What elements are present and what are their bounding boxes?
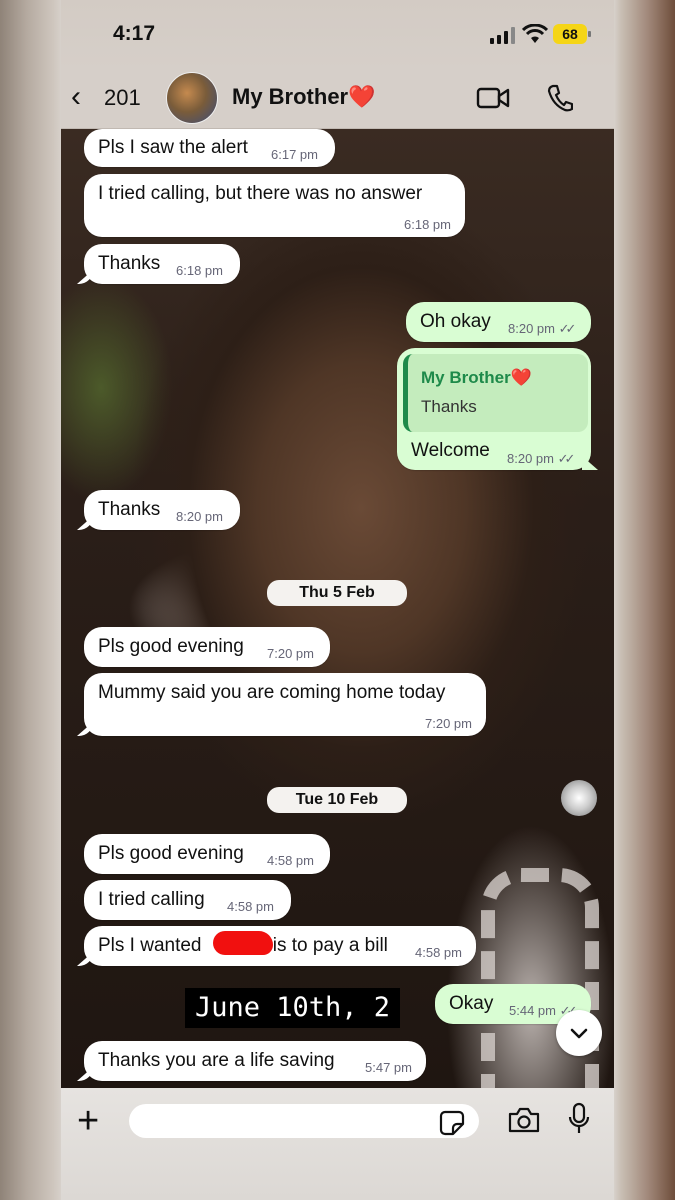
contact-avatar[interactable] [166, 72, 218, 124]
date-separator: Thu 5 Feb [267, 580, 407, 606]
microphone-icon[interactable] [567, 1102, 591, 1136]
phone-screen: June 10th, 2 4:17 68 ‹ 201 My Brother❤️ … [61, 0, 614, 1200]
plus-icon[interactable]: + [77, 1102, 99, 1140]
message-time: 6:18 pm [404, 217, 451, 232]
message-time: 7:20 pm [425, 716, 472, 731]
wallpaper-earring [561, 780, 597, 816]
message-text: Pls good evening [98, 843, 244, 864]
message-time-text: 8:20 pm [507, 451, 554, 466]
message-bubble[interactable]: Thanks you are a life saving 5:47 pm [84, 1041, 426, 1081]
message-time-text: 8:20 pm [508, 321, 555, 336]
quoted-reply-bubble[interactable]: My Brother❤️ Thanks Welcome 8:20 pm ✓✓ [397, 348, 591, 470]
wallpaper-caption: June 10th, 2 [185, 988, 401, 1028]
message-time: 7:20 pm [267, 646, 314, 661]
message-text: Thanks you are a life saving [98, 1050, 335, 1071]
message-time: 4:58 pm [267, 853, 314, 868]
message-bubble[interactable]: Pls I saw the alert 6:17 pm [84, 129, 335, 167]
message-text-part: is to pay a bill [272, 935, 388, 956]
message-time: 8:20 pm ✓✓ [508, 321, 577, 337]
message-text: Mummy said you are coming home today [98, 682, 446, 703]
message-time: 4:58 pm [415, 945, 462, 960]
message-text: I tried calling, but there was no answer [98, 183, 423, 204]
message-text: Thanks [98, 253, 161, 274]
message-text: Oh okay [420, 311, 491, 332]
message-text: Pls good evening [98, 636, 244, 657]
quoted-message[interactable]: My Brother❤️ Thanks [403, 354, 588, 432]
scroll-down-button[interactable] [556, 1010, 602, 1056]
message-bubble[interactable]: Pls good evening 7:20 pm [84, 627, 330, 667]
back-unread-count[interactable]: 201 [104, 85, 141, 111]
signal-icon [490, 27, 516, 44]
message-composer: + [61, 1088, 614, 1200]
voice-call-icon[interactable] [547, 84, 573, 112]
message-time: 4:58 pm [227, 899, 274, 914]
message-text: I tried calling [98, 889, 205, 910]
message-text: Welcome [411, 440, 490, 461]
video-call-icon[interactable] [476, 86, 510, 110]
chevron-down-icon [570, 1028, 588, 1039]
message-bubble[interactable]: Pls I wanted is to pay a bill 4:58 pm [84, 926, 476, 966]
message-time: 6:17 pm [271, 147, 318, 162]
message-bubble[interactable]: Thanks 6:18 pm [84, 244, 240, 284]
message-text-part: Pls I wanted [98, 935, 207, 956]
message-bubble[interactable]: I tried calling 4:58 pm [84, 880, 291, 920]
back-chevron-icon[interactable]: ‹ [71, 80, 81, 114]
double-check-icon: ✓✓ [558, 321, 577, 336]
quoted-text: Thanks [421, 397, 477, 416]
message-bubble[interactable]: Mummy said you are coming home today 7:2… [84, 673, 486, 736]
contact-name[interactable]: My Brother❤️ [232, 84, 376, 110]
message-text: Thanks [98, 499, 161, 520]
camera-icon[interactable] [507, 1106, 541, 1134]
battery-icon: 68 [553, 24, 591, 44]
status-bar: 4:17 68 [61, 0, 614, 70]
message-time: 8:20 pm ✓✓ [507, 451, 576, 467]
message-text: Okay [449, 993, 494, 1014]
message-time-text: 5:44 pm [509, 1003, 556, 1018]
wifi-icon [522, 24, 548, 43]
quoted-sender: My Brother❤️ [421, 368, 532, 387]
red-redaction-scribble [213, 931, 273, 955]
message-bubble[interactable]: Pls good evening 4:58 pm [84, 834, 330, 874]
message-bubble[interactable]: Thanks 8:20 pm [84, 490, 240, 530]
message-time: 6:18 pm [176, 263, 223, 278]
message-text: Pls I saw the alert [98, 137, 248, 158]
chat-header: ‹ 201 My Brother❤️ [61, 70, 614, 129]
message-time: 8:20 pm [176, 509, 223, 524]
date-separator: Tue 10 Feb [267, 787, 407, 813]
status-time: 4:17 [113, 22, 156, 45]
message-bubble[interactable]: Oh okay 8:20 pm ✓✓ [406, 302, 591, 342]
sticker-icon[interactable] [439, 1110, 465, 1136]
message-time: 5:47 pm [365, 1060, 412, 1075]
message-bubble[interactable]: I tried calling, but there was no answer… [84, 174, 465, 237]
double-check-icon: ✓✓ [557, 451, 576, 466]
message-input[interactable] [129, 1104, 479, 1138]
